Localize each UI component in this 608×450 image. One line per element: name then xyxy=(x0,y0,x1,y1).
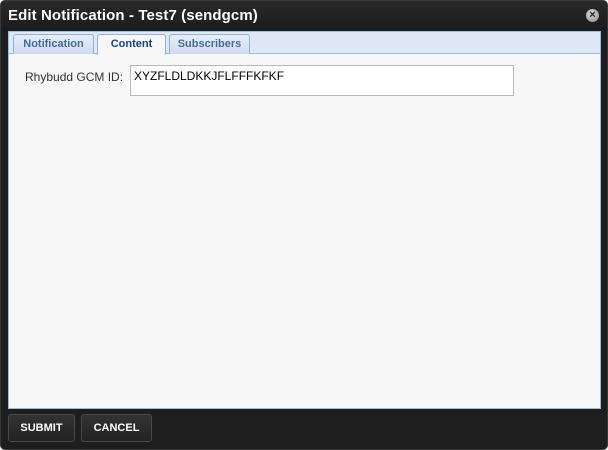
edit-notification-dialog: Edit Notification - Test7 (sendgcm) × No… xyxy=(0,0,608,450)
tab-subscribers[interactable]: Subscribers xyxy=(169,34,250,54)
close-icon[interactable]: × xyxy=(586,9,599,22)
tab-content[interactable]: Content xyxy=(97,34,166,55)
gcm-id-value: XYZFLDLDKKJFLFFFKFKF xyxy=(134,69,285,83)
dialog-titlebar[interactable]: Edit Notification - Test7 (sendgcm) × xyxy=(1,1,607,31)
submit-button[interactable]: SUBMIT xyxy=(8,414,75,442)
cancel-button[interactable]: CANCEL xyxy=(81,414,152,442)
dialog-title: Edit Notification - Test7 (sendgcm) xyxy=(8,7,258,24)
content-panel: Notification Content Subscribers Rhybudd… xyxy=(8,31,601,409)
tab-bar: Notification Content Subscribers xyxy=(9,32,600,55)
gcm-id-label: Rhybudd GCM ID: xyxy=(25,70,124,84)
tab-notification[interactable]: Notification xyxy=(13,34,94,54)
